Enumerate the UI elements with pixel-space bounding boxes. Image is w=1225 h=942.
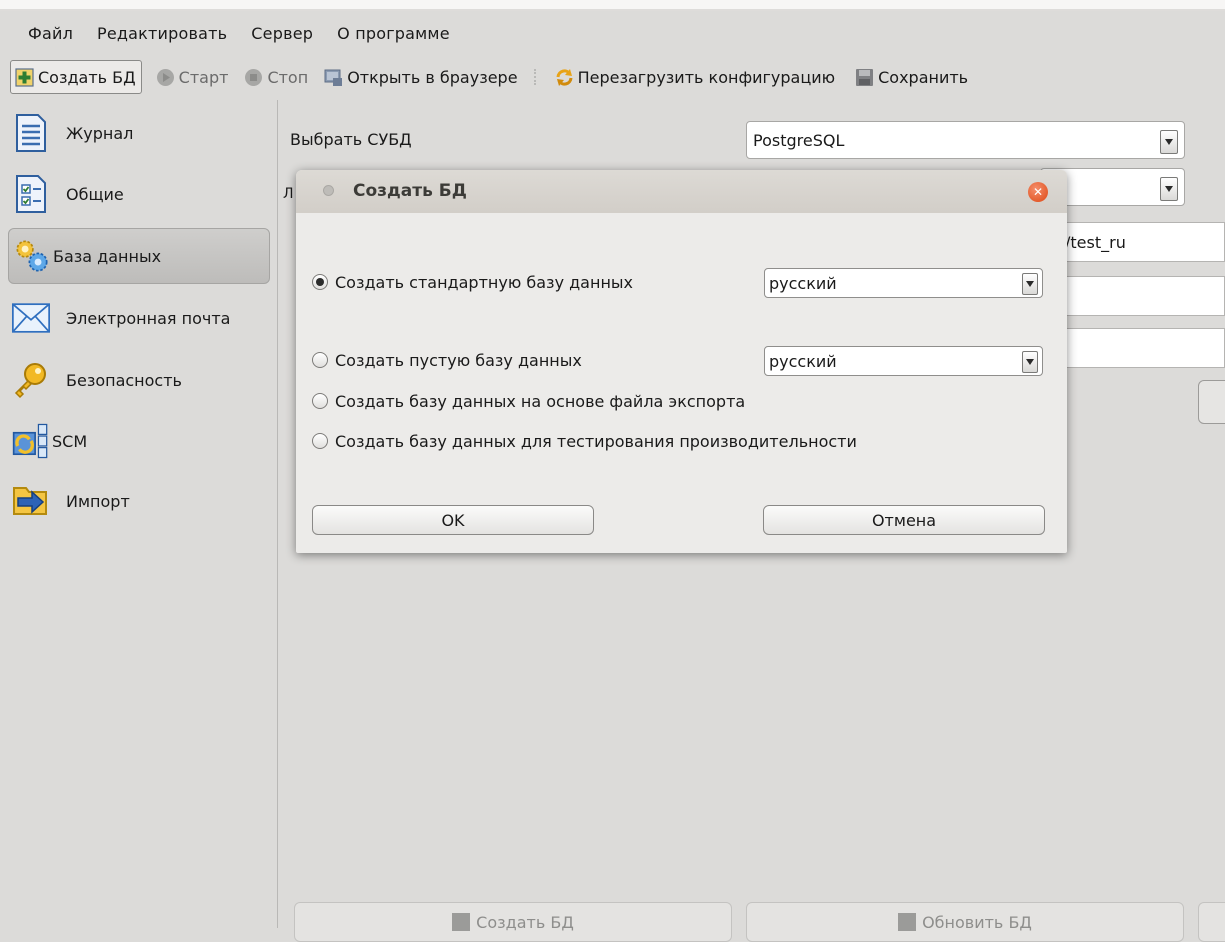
ok-button[interactable]: OK [312,505,594,535]
language-value: русский [769,351,837,371]
database-icon [898,913,917,931]
sidebar-item-journal[interactable]: Журнал [8,105,270,161]
menubar: Файл Редактировать Сервер О программе [0,11,1225,55]
key-icon [12,361,50,399]
option-performance-db[interactable]: Создать базу данных для тестирования про… [312,429,857,453]
add-database-icon [15,67,34,87]
open-browser-label: Открыть в браузере [347,67,518,87]
sidebar-item-label: Общие [66,184,124,204]
sidebar-item-label: База данных [53,246,162,266]
option-label: Создать базу данных для тестирования про… [335,431,857,451]
dialog-title: Создать БД [353,181,467,201]
chevron-down-icon [1160,177,1178,201]
sidebar-item-email[interactable]: Электронная почта [8,290,270,346]
radio-icon[interactable] [312,393,328,409]
create-db-dialog: Создать БД ✕ Создать стандартную базу да… [296,170,1067,553]
stop-icon [245,68,263,86]
radio-checked-icon[interactable] [312,274,328,290]
save-button[interactable]: Сохранить [849,61,974,93]
sidebar-item-security[interactable]: Безопасность [8,352,270,408]
toolbar-separator [533,69,537,85]
menu-file[interactable]: Файл [14,24,85,43]
standard-db-language-select[interactable]: русский [764,268,1043,298]
window-menu-icon[interactable] [323,185,334,196]
sidebar-item-label: Журнал [66,123,134,143]
language-value: русский [769,273,837,293]
window-top-edge [0,0,1225,11]
menu-edit[interactable]: Редактировать [85,24,239,43]
option-label: Создать стандартную базу данных [335,272,634,292]
stop-label: Стоп [267,67,309,87]
close-icon[interactable]: ✕ [1028,182,1048,202]
sidebar-item-import[interactable]: Импорт [8,473,270,529]
sidebar-item-label: SCM [52,431,88,451]
toolbar: Создать БД Старт Стоп Открыть в браузере [0,58,1225,96]
sidebar-item-general[interactable]: Общие [8,166,270,222]
option-label: Создать пустую базу данных [335,350,582,370]
sidebar-item-scm[interactable]: SCM [8,413,270,469]
radio-icon[interactable] [312,352,328,368]
reload-config-label: Перезагрузить конфигурацию [577,67,836,87]
open-browser-button[interactable]: Открыть в браузере [318,61,523,93]
db-password-field[interactable] [1062,328,1225,368]
sidebar-item-label: Импорт [66,491,130,511]
db-user-field[interactable] [1062,276,1225,316]
start-icon [156,68,174,86]
general-settings-icon [12,175,50,213]
dbms-select-value: PostgreSQL [753,130,845,150]
dbms-select[interactable]: PostgreSQL [746,121,1185,159]
envelope-icon [12,299,50,337]
option-standard-db[interactable]: Создать стандартную базу данных [312,270,633,294]
empty-db-language-select[interactable]: русский [764,346,1043,376]
start-button[interactable]: Старт [150,61,235,93]
browser-icon [324,69,343,86]
menu-about[interactable]: О программе [325,24,462,43]
sidebar-item-label: Безопасность [66,370,182,390]
dbms-label: Выбрать СУБД [290,130,412,149]
dialog-titlebar[interactable]: Создать БД ✕ [296,170,1067,213]
bottom-create-db-label: Создать БД [476,912,574,932]
scm-icon [12,422,50,460]
sidebar: Журнал Общие База данных Электронная поч… [0,100,278,928]
hidden-label-stub: Л [283,186,294,202]
option-empty-db[interactable]: Создать пустую базу данных [312,348,582,372]
save-icon [856,68,874,86]
reload-config-button[interactable]: Перезагрузить конфигурацию [549,61,842,93]
journal-icon [12,114,50,152]
save-label: Сохранить [878,67,969,87]
bottom-extra-button[interactable] [1198,902,1225,942]
chevron-down-icon [1022,351,1038,373]
bottom-update-db-button[interactable]: Обновить БД [746,902,1184,942]
menu-server[interactable]: Сервер [239,24,325,43]
create-db-toolbar-button[interactable]: Создать БД [10,60,142,94]
start-label: Старт [178,67,229,87]
reload-icon [556,68,573,86]
radio-icon[interactable] [312,433,328,449]
db-url-value: /test_ru [1065,232,1126,252]
cancel-button[interactable]: Отмена [763,505,1045,535]
chevron-down-icon [1022,273,1038,295]
database-gears-icon [13,237,51,275]
create-db-toolbar-label: Создать БД [38,67,136,87]
database-icon [452,913,471,931]
stop-button[interactable]: Стоп [238,61,314,93]
sidebar-item-label: Электронная почта [66,308,231,328]
sidebar-item-database[interactable]: База данных [8,228,270,284]
test-connection-button[interactable] [1198,380,1225,424]
bottom-update-db-label: Обновить БД [922,912,1032,932]
option-export-file-db[interactable]: Создать базу данных на основе файла эксп… [312,389,745,413]
chevron-down-icon [1160,130,1178,154]
db-url-field[interactable]: /test_ru [1062,222,1225,262]
import-icon [12,482,50,520]
option-label: Создать базу данных на основе файла эксп… [335,391,746,411]
bottom-create-db-button[interactable]: Создать БД [294,902,732,942]
